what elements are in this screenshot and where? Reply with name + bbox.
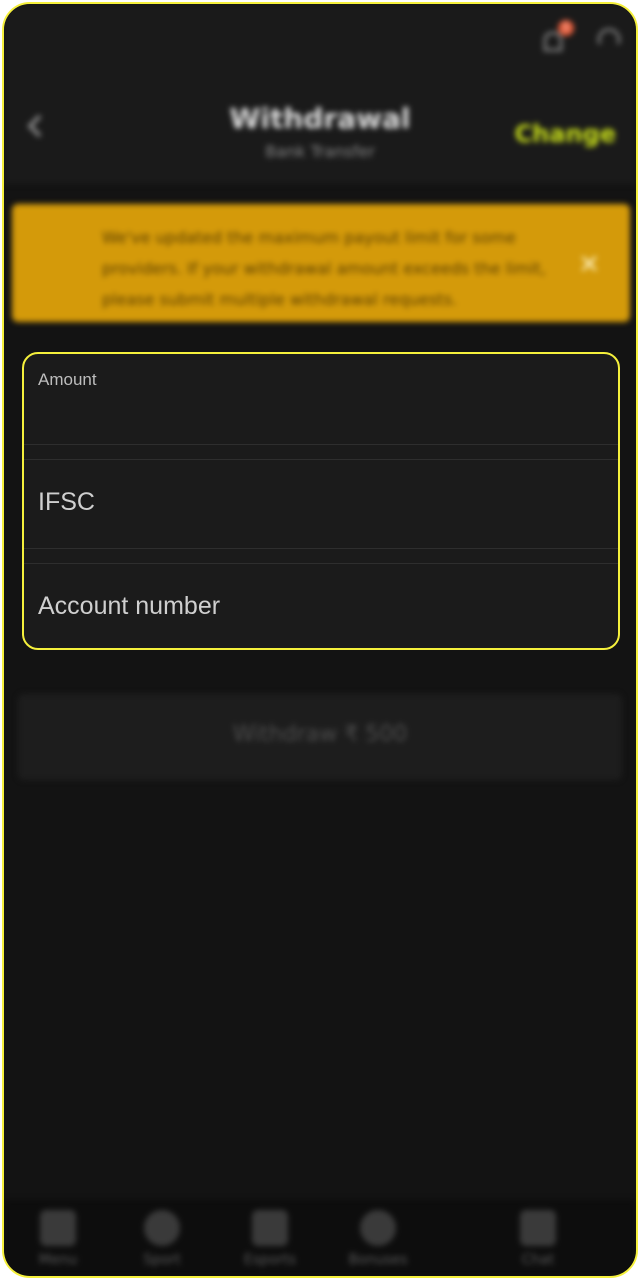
field-divider (24, 548, 618, 564)
account-number-field[interactable]: Account number (24, 564, 618, 648)
nav-item-bonuses[interactable]: Bonuses (328, 1210, 428, 1268)
account-number-label: Account number (38, 592, 221, 620)
menu-icon (40, 1210, 76, 1246)
nav-item-chat[interactable]: Chat (488, 1210, 588, 1268)
withdraw-button[interactable]: Withdraw ₹ 500 (18, 694, 622, 780)
field-divider (24, 444, 618, 460)
refresh-icon[interactable] (592, 24, 626, 62)
header: 1 Withdrawal Bank Transfer Change (4, 4, 636, 184)
status-icons: 1 (536, 20, 626, 62)
bottom-nav: Menu Sport Esports Bonuses Chat (4, 1200, 636, 1276)
notification-bell-icon[interactable]: 1 (536, 20, 574, 60)
nav-label: Bonuses (348, 1252, 408, 1268)
amount-label: Amount (38, 370, 97, 389)
change-method-button[interactable]: Change (515, 120, 616, 148)
app-frame: 1 Withdrawal Bank Transfer Change We've … (2, 2, 638, 1278)
notice-text: We've updated the maximum payout limit f… (102, 228, 546, 309)
amount-field[interactable]: Amount (24, 354, 618, 444)
nav-item-sport[interactable]: Sport (112, 1210, 212, 1268)
close-icon[interactable]: ✕ (578, 250, 600, 280)
nav-item-menu[interactable]: Menu (8, 1210, 108, 1268)
withdrawal-form: Amount IFSC Account number (22, 352, 620, 650)
sport-icon (144, 1210, 180, 1246)
withdraw-button-label: Withdraw ₹ 500 (232, 722, 408, 747)
ifsc-field[interactable]: IFSC (24, 460, 618, 548)
nav-label: Sport (143, 1252, 181, 1268)
notification-badge: 1 (558, 20, 574, 36)
nav-label: Chat (521, 1252, 555, 1268)
notice-banner: We've updated the maximum payout limit f… (12, 204, 630, 322)
ifsc-label: IFSC (38, 488, 95, 516)
nav-item-esports[interactable]: Esports (220, 1210, 320, 1268)
gift-icon (360, 1210, 396, 1246)
nav-label: Esports (243, 1252, 297, 1268)
gamepad-icon (252, 1210, 288, 1246)
nav-label: Menu (38, 1252, 78, 1268)
chat-icon (520, 1210, 556, 1246)
